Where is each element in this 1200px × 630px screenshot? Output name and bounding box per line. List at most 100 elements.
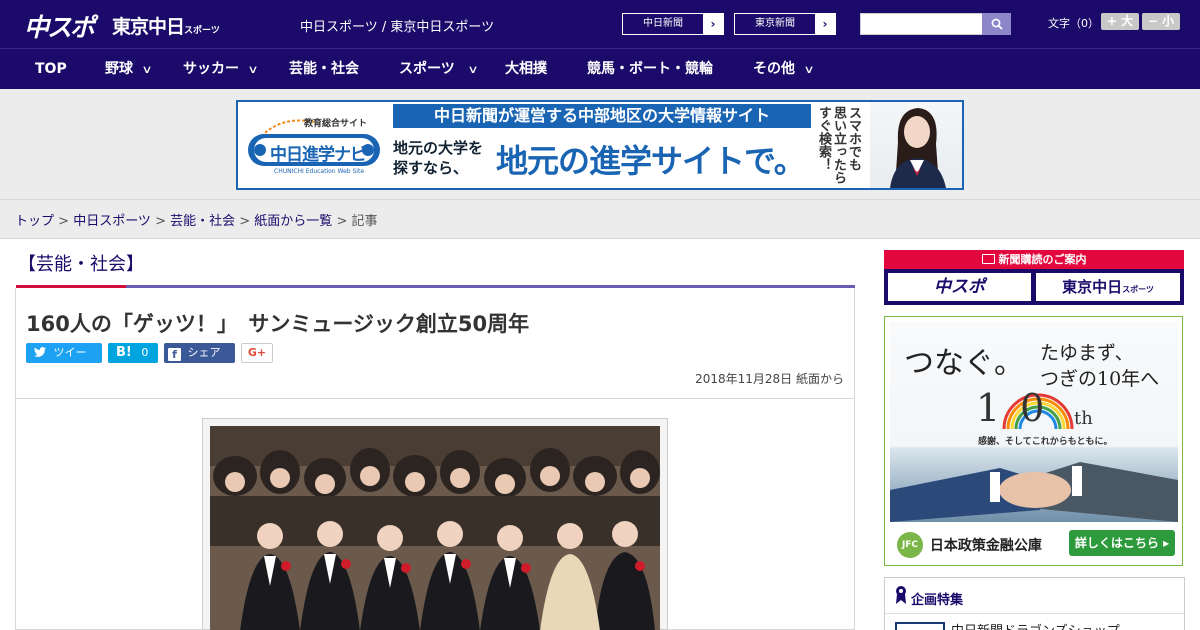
chevron-down-icon: ∨ [803, 63, 815, 76]
chevron-right-icon: › [815, 14, 835, 34]
subscription-title: 新聞購読のご案内 [998, 253, 1087, 266]
tokyo-logo-text: 東京中日 [112, 16, 185, 38]
chevron-down-icon: ∨ [141, 63, 153, 76]
ad-zone: 教育総合サイト 中日進学ナビ CHUNICHI Education Web Si… [0, 89, 1200, 200]
nav-label: 大相撲 [505, 61, 547, 77]
nav-label: サッカー [183, 61, 239, 77]
feature-thumbnail[interactable] [895, 622, 945, 630]
jfc-details-button[interactable]: 詳しくはこちら ▸ [1069, 530, 1175, 556]
jfc-logo-text: 日本政策金融公庫 [929, 538, 1042, 554]
jfc-ad-image: つなぐ。 たゆまず、 つぎの10年へ 10 th 感謝、そしてこれからもともに。 [890, 322, 1178, 522]
main-nav: TOP 野球 ∨ サッカー ∨ 芸能・社会 スポーツ ∨ 大相撲 競馬・ボート・競輪 … [0, 48, 1200, 89]
hatena-bookmark-button[interactable]: B! 0 [108, 343, 158, 363]
nav-label: 芸能・社会 [289, 61, 359, 77]
tokyo-logo-sub: スポーツ [184, 26, 220, 36]
article-date: 2018年11月28日 紙面から [695, 372, 844, 386]
ad-jfc[interactable]: つなぐ。 たゆまず、 つぎの10年へ 10 th 感謝、そしてこれからもともに。 … [884, 316, 1183, 566]
text-size-down-button[interactable]: − 小 [1142, 13, 1180, 30]
logo-en-text: CHUNICHI Education Web Site [274, 168, 365, 175]
logo-main-text: 中日進学ナビ [270, 145, 367, 165]
nav-item-entertainment[interactable]: 芸能・社会 [289, 49, 359, 90]
newspaper-icon [981, 254, 995, 264]
nav-item-soccer[interactable]: サッカー ∨ [183, 49, 259, 90]
article-card: 160人の「ゲッツ！」 サンミュージック創立50周年 ツイート B! 0 f シ… [15, 288, 855, 630]
feature-section: 企画特集 中日新聞ドラゴンズショップ [884, 577, 1185, 630]
nav-label: スポーツ [399, 61, 455, 77]
facebook-share-count: 0 [171, 366, 178, 379]
breadcrumb-entertainment[interactable]: 芸能・社会 [170, 214, 235, 229]
subscribe-tokyo-sub: スポーツ [1122, 285, 1154, 294]
google-plus-icon: G+ [247, 346, 267, 359]
breadcrumb-sep: > [150, 214, 171, 229]
article-photo[interactable] [210, 426, 660, 630]
breadcrumb-sep: > [54, 214, 74, 229]
breadcrumb-sep: > [235, 214, 255, 229]
ad-banner-shingaku-navi[interactable]: 教育総合サイト 中日進学ナビ CHUNICHI Education Web Si… [236, 100, 964, 190]
search-input[interactable] [860, 13, 983, 35]
chevron-right-icon: › [703, 14, 723, 34]
model-illustration [890, 108, 946, 188]
ad-big-copy: 地元の進学サイトで。 [496, 142, 806, 180]
ad-vertical-copy: スマホでも 思い立ったら すぐ検索！ [816, 106, 861, 184]
tokyo-chunichi-logo[interactable]: 東京中日スポーツ [112, 12, 220, 39]
chunichi-shimbun-button[interactable]: 中日新聞 › [622, 13, 724, 35]
chevron-down-icon: ∨ [467, 63, 479, 76]
google-plus-button[interactable]: G+ [241, 343, 273, 363]
subscribe-tokyo-chunichi-button[interactable]: 東京中日スポーツ [1036, 273, 1180, 301]
search-button[interactable] [982, 13, 1011, 35]
jfc-10: 10 [976, 386, 1065, 430]
feature-item-dragons-shop[interactable]: 中日新聞ドラゴンズショップ [951, 620, 1120, 630]
chunichi-sports-link[interactable]: 中日スポーツ [300, 20, 378, 35]
ad-model-photo [870, 102, 962, 188]
hatena-icon: B! [116, 345, 132, 360]
jfc-logo: JFC 日本政策金融公庫 [897, 532, 1042, 558]
hatena-count: 0 [141, 346, 149, 359]
tokyo-shimbun-button[interactable]: 東京新聞 › [734, 13, 836, 35]
group-photo-illustration [210, 426, 660, 630]
chuspo-logo[interactable]: 中スポ [24, 8, 95, 44]
ad-left-line1: 地元の大学を [393, 139, 484, 157]
nav-label: その他 [753, 61, 795, 77]
text-size-up-button[interactable]: + 大 [1101, 13, 1139, 30]
breadcrumb-print-list[interactable]: 紙面から一覧 [254, 214, 332, 229]
ad-left-copy: 地元の大学を 探すなら、 [393, 138, 483, 178]
top-header-bar: 中スポ 東京中日スポーツ 中日スポーツ / 東京中日スポーツ 中日新聞 › 東京新… [0, 0, 1200, 48]
subscription-box: 新聞購読のご案内 中スポ 東京中日スポーツ [884, 250, 1184, 305]
handshake-illustration [890, 462, 1178, 522]
facebook-icon: f [168, 348, 181, 361]
facebook-share-button[interactable]: f シェア 0 [164, 343, 235, 379]
feature-title: 企画特集 [911, 593, 964, 608]
nav-item-sports[interactable]: スポーツ ∨ [399, 49, 479, 90]
nav-label: 競馬・ボート・競輪 [587, 61, 713, 77]
breadcrumb-chunichi-sports[interactable]: 中日スポーツ [73, 214, 151, 229]
logo-small-text: 教育総合サイト [304, 119, 368, 129]
chevron-down-icon: ∨ [247, 63, 259, 76]
nav-label: 野球 [105, 61, 133, 77]
nav-label: TOP [35, 61, 67, 77]
ad-headline: 中日新聞が運営する中部地区の大学情報サイト [393, 104, 811, 128]
breadcrumb-sep: > [332, 214, 352, 229]
nav-item-sumo[interactable]: 大相撲 [505, 49, 547, 90]
ribbon-icon [896, 586, 906, 604]
breadcrumb-current: 記事 [351, 214, 378, 229]
nav-item-top[interactable]: TOP [35, 49, 67, 90]
subscribe-chuspo-button[interactable]: 中スポ [888, 273, 1031, 301]
tweet-button[interactable]: ツイート [26, 343, 102, 379]
subscription-header: 新聞購読のご案内 [884, 250, 1184, 269]
article-headline: 160人の「ゲッツ！」 サンミュージック創立50周年 [26, 312, 530, 336]
article-divider [16, 398, 854, 399]
search-icon [991, 18, 1003, 30]
jfc-logo-mark: JFC [897, 532, 923, 558]
nav-item-other[interactable]: その他 ∨ [753, 49, 815, 90]
tokyo-chunichi-sports-link[interactable]: 東京中日スポーツ [390, 20, 494, 35]
shingaku-navi-logo: 教育総合サイト 中日進学ナビ CHUNICHI Education Web Si… [244, 114, 384, 178]
site-link-separator: / [377, 20, 391, 35]
breadcrumb-top[interactable]: トップ [15, 214, 54, 229]
jfc-tagline: 感謝、そしてこれからもともに。 [978, 437, 1113, 447]
breadcrumb: トップ > 中日スポーツ > 芸能・社会 > 紙面から一覧 > 記事 [15, 210, 378, 229]
nav-item-racing[interactable]: 競馬・ボート・競輪 [587, 49, 713, 90]
feature-header: 企画特集 [885, 578, 1184, 614]
twitter-icon [34, 347, 46, 357]
ad-left-line2: 探すなら、 [393, 159, 469, 177]
nav-item-baseball[interactable]: 野球 ∨ [105, 49, 153, 90]
